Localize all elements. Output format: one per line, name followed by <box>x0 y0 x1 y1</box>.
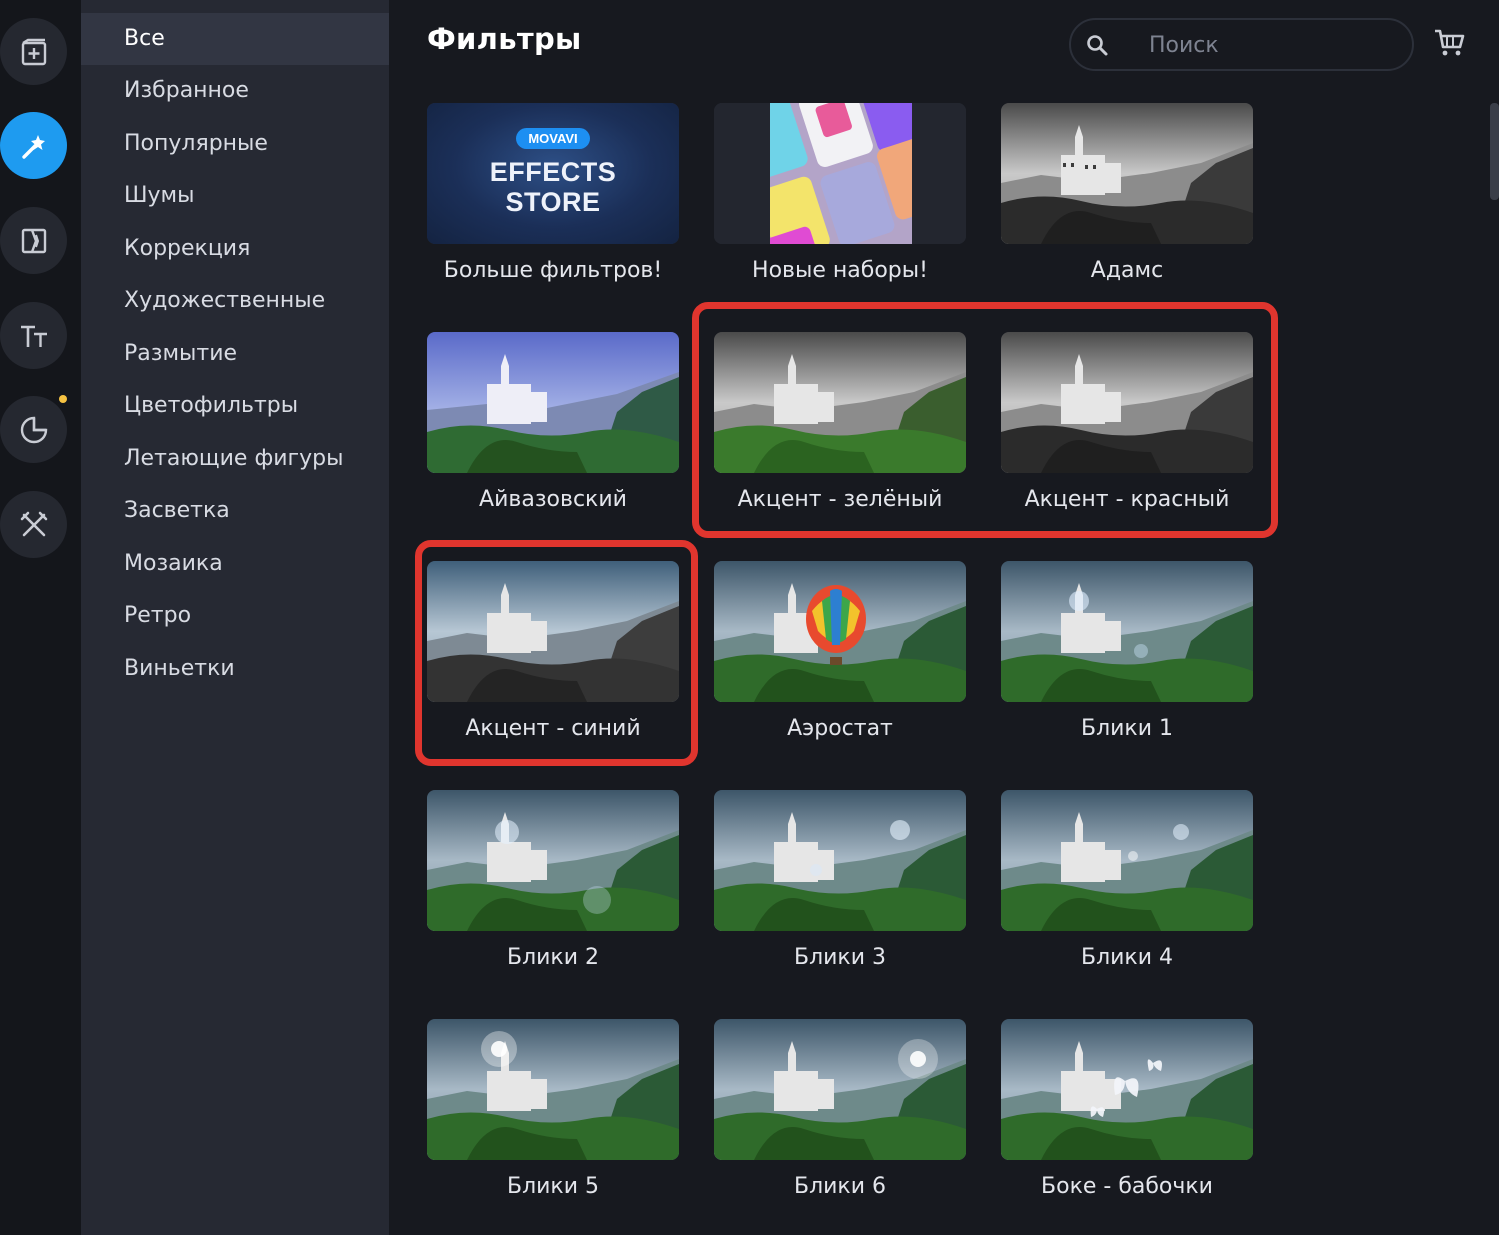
category-flying-shapes[interactable]: Летающие фигуры <box>81 433 389 485</box>
category-all[interactable]: Все <box>81 13 389 65</box>
filter-tile-flare-6[interactable]: Блики 6 <box>714 1019 966 1199</box>
search-icon <box>1087 35 1108 56</box>
adams-thumbnail <box>1001 103 1253 244</box>
filter-tile-balloon[interactable]: Аэростат <box>714 561 966 741</box>
tools-icon <box>20 511 47 536</box>
bokeh-butterflies-thumbnail <box>1001 1019 1253 1160</box>
transition-icon <box>21 228 46 253</box>
scrollbar-thumb[interactable] <box>1490 103 1499 200</box>
filter-label: Блики 3 <box>793 945 887 970</box>
filter-label: Акцент - красный <box>1024 487 1230 512</box>
filter-label: Адамс <box>1090 258 1164 283</box>
filter-label: Новые наборы! <box>752 258 928 283</box>
category-list: Все Избранное Популярные Шумы Коррекция … <box>81 0 389 1235</box>
filter-label: Больше фильтров! <box>443 258 663 283</box>
filter-tile-flare-2[interactable]: Блики 2 <box>427 790 679 970</box>
filter-label: Акцент - синий <box>465 716 641 741</box>
add-media-icon <box>21 38 46 65</box>
category-mosaic[interactable]: Мозаика <box>81 538 389 590</box>
flare-3-thumbnail <box>714 790 966 931</box>
filter-label: Аэростат <box>787 716 893 741</box>
filter-tile-bokeh-butterflies[interactable]: Боке - бабочки <box>1001 1019 1253 1199</box>
tool-rail <box>0 0 81 1235</box>
effects-store-title-line2: STORE <box>505 187 601 217</box>
filter-tile-adams[interactable]: Адамс <box>1001 103 1253 283</box>
filters-panel: Все Избранное Популярные Шумы Коррекция … <box>0 0 1499 1235</box>
filter-tile-more-filters[interactable]: MOVAVI EFFECTS STORE Больше фильтров! <box>427 103 679 283</box>
accent-red-thumbnail <box>1001 332 1253 473</box>
filter-label: Блики 4 <box>1080 945 1174 970</box>
notification-dot <box>59 395 67 403</box>
new-sets-thumbnail <box>714 103 966 244</box>
filter-label: Боке - бабочки <box>1041 1174 1213 1199</box>
page-title: Фильтры <box>427 22 582 56</box>
text-icon <box>20 325 47 347</box>
category-artistic[interactable]: Художественные <box>81 275 389 327</box>
flare-2-thumbnail <box>427 790 679 931</box>
aivazovsky-thumbnail <box>427 332 679 473</box>
filter-label: Блики 6 <box>793 1174 887 1199</box>
category-blur[interactable]: Размытие <box>81 328 389 380</box>
filters-tool-button[interactable] <box>0 112 67 179</box>
search-box[interactable] <box>1069 18 1414 71</box>
sticker-icon <box>20 416 47 443</box>
flare-5-thumbnail <box>427 1019 679 1160</box>
category-noise[interactable]: Шумы <box>81 170 389 222</box>
category-retro[interactable]: Ретро <box>81 590 389 642</box>
transitions-tool-button[interactable] <box>0 207 67 274</box>
category-light-leaks[interactable]: Засветка <box>81 485 389 537</box>
effects-store-title-line1: EFFECTS <box>489 157 617 187</box>
category-popular[interactable]: Популярные <box>81 118 389 170</box>
titles-tool-button[interactable] <box>0 302 67 369</box>
filter-label: Акцент - зелёный <box>737 487 943 512</box>
filter-tile-new-sets[interactable]: Новые наборы! <box>714 103 966 283</box>
category-vignettes[interactable]: Виньетки <box>81 643 389 695</box>
category-color-filters[interactable]: Цветофильтры <box>81 380 389 432</box>
cart-icon[interactable] <box>1433 26 1467 60</box>
filter-label: Блики 1 <box>1080 716 1174 741</box>
filter-tile-flare-1[interactable]: Блики 1 <box>1001 561 1253 741</box>
filter-tile-aivazovsky[interactable]: Айвазовский <box>427 332 679 512</box>
filter-label: Блики 5 <box>506 1174 600 1199</box>
category-favorites[interactable]: Избранное <box>81 65 389 117</box>
accent-blue-thumbnail <box>427 561 679 702</box>
filter-tile-flare-3[interactable]: Блики 3 <box>714 790 966 970</box>
filter-label: Блики 2 <box>506 945 600 970</box>
category-correction[interactable]: Коррекция <box>81 223 389 275</box>
import-tool-button[interactable] <box>0 18 67 85</box>
accent-green-thumbnail <box>714 332 966 473</box>
flare-1-thumbnail <box>1001 561 1253 702</box>
filter-tile-flare-4[interactable]: Блики 4 <box>1001 790 1253 970</box>
filters-main: Фильтры MOVAVI EFFECTS STORE <box>389 0 1499 1235</box>
tools-tool-button[interactable] <box>0 491 67 558</box>
effects-store-thumbnail: MOVAVI EFFECTS STORE <box>427 103 679 244</box>
filter-tile-accent-green[interactable]: Акцент - зелёный <box>714 332 966 512</box>
flare-4-thumbnail <box>1001 790 1253 931</box>
filter-tile-flare-5[interactable]: Блики 5 <box>427 1019 679 1199</box>
filter-tile-accent-blue[interactable]: Акцент - синий <box>427 561 679 741</box>
movavi-badge: MOVAVI <box>516 128 590 149</box>
filter-label: Айвазовский <box>479 487 627 512</box>
magic-wand-icon <box>21 134 45 159</box>
stickers-tool-button[interactable] <box>0 396 67 463</box>
filter-tile-accent-red[interactable]: Акцент - красный <box>1001 332 1253 512</box>
balloon-thumbnail <box>714 561 966 702</box>
flare-6-thumbnail <box>714 1019 966 1160</box>
search-input[interactable] <box>1149 28 1399 62</box>
